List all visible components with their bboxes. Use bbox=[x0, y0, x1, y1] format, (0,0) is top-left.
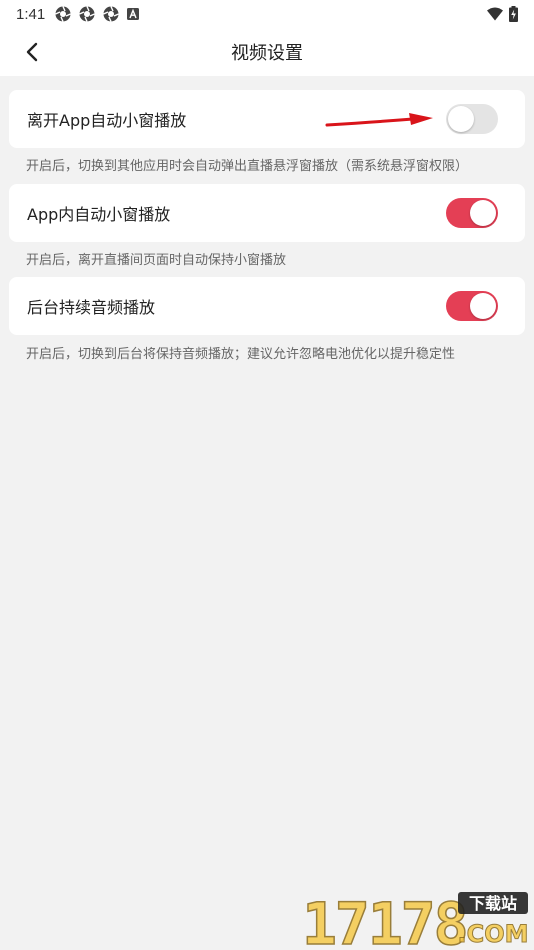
watermark-text: 下载站 bbox=[469, 894, 517, 913]
setting-card-leave-app-pip: 离开App自动小窗播放 bbox=[9, 90, 525, 148]
setting-label: App内自动小窗播放 bbox=[27, 205, 171, 224]
wifi-icon bbox=[487, 7, 503, 21]
toggle-knob bbox=[470, 293, 496, 319]
status-time: 1:41 bbox=[16, 5, 46, 23]
aperture-icon bbox=[103, 6, 119, 22]
aperture-icon bbox=[79, 6, 95, 22]
chevron-left-icon bbox=[26, 42, 38, 62]
red-arrow-icon bbox=[325, 113, 433, 127]
toggle-knob bbox=[470, 200, 496, 226]
setting-label: 离开App自动小窗播放 bbox=[27, 111, 187, 130]
in-app-pip-toggle[interactable] bbox=[446, 198, 498, 228]
background-audio-toggle[interactable] bbox=[446, 291, 498, 321]
setting-description: 开启后，切换到其他应用时会自动弹出直播悬浮窗播放（需系统悬浮窗权限） bbox=[26, 159, 469, 174]
watermark-domain: .COM bbox=[457, 920, 528, 948]
letter-a-box-icon bbox=[127, 8, 140, 20]
setting-description: 开启后，离开直播间页面时自动保持小窗播放 bbox=[26, 253, 287, 268]
setting-description: 开启后，切换到后台将保持音频播放；建议允许忽略电池优化以提升稳定性 bbox=[26, 347, 456, 362]
setting-card-in-app-pip: App内自动小窗播放 bbox=[9, 184, 525, 242]
status-system-icons bbox=[487, 6, 518, 22]
back-button[interactable] bbox=[18, 38, 46, 66]
setting-label: 后台持续音频播放 bbox=[27, 298, 156, 317]
toggle-knob bbox=[448, 106, 474, 132]
watermark-logo: 17178 下载站 .COM bbox=[300, 888, 530, 950]
leave-app-pip-toggle[interactable] bbox=[446, 104, 498, 134]
app-header: 视频设置 bbox=[0, 28, 534, 76]
aperture-icon bbox=[55, 6, 71, 22]
watermark-number: 17178 bbox=[302, 890, 467, 948]
watermark-graphic: 17178 下载站 .COM bbox=[301, 889, 529, 950]
status-notification-icons bbox=[55, 6, 140, 22]
page-title: 视频设置 bbox=[231, 43, 303, 64]
battery-charging-icon bbox=[509, 6, 518, 22]
setting-card-background-audio: 后台持续音频播放 bbox=[9, 277, 525, 335]
status-bar: 1:41 bbox=[0, 0, 534, 28]
